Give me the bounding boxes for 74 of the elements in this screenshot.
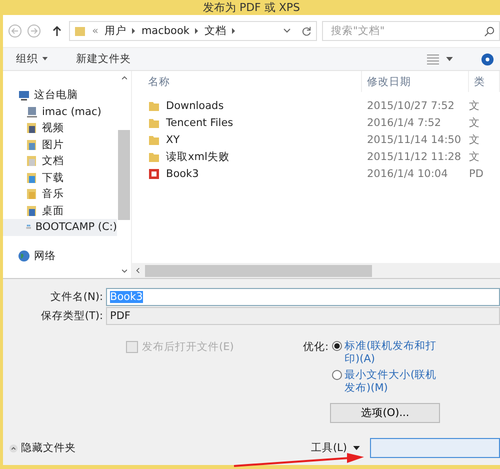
options-button[interactable]: 选项(O)... [330,403,440,423]
search-icon [484,26,495,36]
hide-folders-toggle[interactable]: 隐藏文件夹 [21,441,76,455]
new-folder-button[interactable]: 新建文件夹 [76,52,131,66]
scroll-up-icon[interactable] [120,76,128,80]
sidebar-item[interactable]: 下载 [3,170,117,186]
library-folder-icon [26,172,38,184]
caret-icon[interactable] [42,57,48,61]
refresh-icon[interactable] [301,26,312,36]
collapse-icon[interactable] [9,444,18,452]
library-folder-icon [26,122,38,134]
sidebar-item[interactable]: imac (mac) [3,104,117,120]
folder-icon [148,134,160,146]
pdf-file-icon [148,168,160,180]
tools-menu[interactable]: 工具(L) [310,441,347,455]
folder-icon [74,25,86,37]
scrollbar-thumb[interactable] [145,264,372,276]
column-header[interactable]: 类 [469,71,500,92]
globe-icon [18,250,30,262]
file-name[interactable]: XY [166,134,180,146]
file-type-dropdown[interactable]: PDF [106,307,500,325]
radio-button[interactable] [332,341,342,351]
date-cell-text: 2016/1/4 10:04 [366,168,449,180]
folder-icon [148,100,160,112]
organize-menu[interactable]: 组织 [16,52,38,66]
sidebar-item[interactable]: 文档 [3,153,117,170]
up-arrow-icon[interactable] [52,25,62,37]
radio-label: 最小文件大小(联机发布)(M) [344,369,438,395]
folder-icon [148,116,160,128]
address-bar[interactable]: « 用户 macbook 文档 [69,21,317,41]
scroll-left-icon[interactable] [136,267,140,274]
file-name[interactable]: Downloads [166,100,224,112]
sidebar-item[interactable]: 音乐 [3,186,117,202]
sidebar-item[interactable]: 网络 [3,248,117,264]
date-cell-text: 2015/10/27 7:52 [366,100,456,112]
type-cell-text: PD [469,168,484,180]
sidebar-item[interactable]: BOOTCAMP (C:) [3,219,117,236]
date-cell-text: 2015/11/12 11:28 [366,150,462,162]
dropdown-icon[interactable] [283,28,291,34]
date-cell-text: 2016/1/4 7:52 [366,116,442,128]
caret-icon[interactable] [446,56,453,62]
library-folder-icon [26,138,38,151]
sidebar-item[interactable]: 这台电脑 [3,87,117,104]
type-cell-text: 文 [469,98,481,112]
column-header[interactable]: 修改日期 [362,71,469,92]
library-folder-icon [26,155,38,168]
publish-button[interactable] [370,438,500,458]
library-folder-icon [26,188,38,200]
view-icon[interactable] [426,53,440,65]
field-label: 文件名(N): [49,290,104,304]
type-cell-text: 文 [469,132,481,146]
radio-label: 标准(联机发布和打印)(A) [344,340,438,366]
sidebar-item[interactable]: 视频 [3,120,117,136]
field-label: 保存类型(T): [40,309,104,323]
caret-icon[interactable] [353,446,360,450]
radio-button[interactable] [332,370,342,380]
column-header[interactable]: 名称 [132,71,362,92]
scrollbar-thumb[interactable] [118,130,130,220]
checkbox-label: 发布后打开文件(E) [142,340,234,354]
file-name[interactable]: Book3 [166,168,199,180]
computer-icon [18,89,30,102]
optimize-label: 优化: [303,340,329,355]
type-cell-text: 文 [469,150,481,164]
type-cell-text: 文 [469,116,481,130]
drive-icon [26,106,38,118]
date-cell-text: 2015/11/14 14:50 [366,134,462,146]
scroll-down-icon[interactable] [120,269,128,273]
sidebar-item[interactable]: 桌面 [3,202,117,219]
sidebar-item[interactable]: 图片 [3,136,117,153]
window-title: 发布为 PDF 或 XPS [202,0,302,15]
folder-icon [148,150,160,162]
file-name[interactable]: Tencent Files [166,116,234,128]
file-name[interactable]: 读取xml失败 [166,150,230,164]
library-folder-icon [26,204,38,217]
